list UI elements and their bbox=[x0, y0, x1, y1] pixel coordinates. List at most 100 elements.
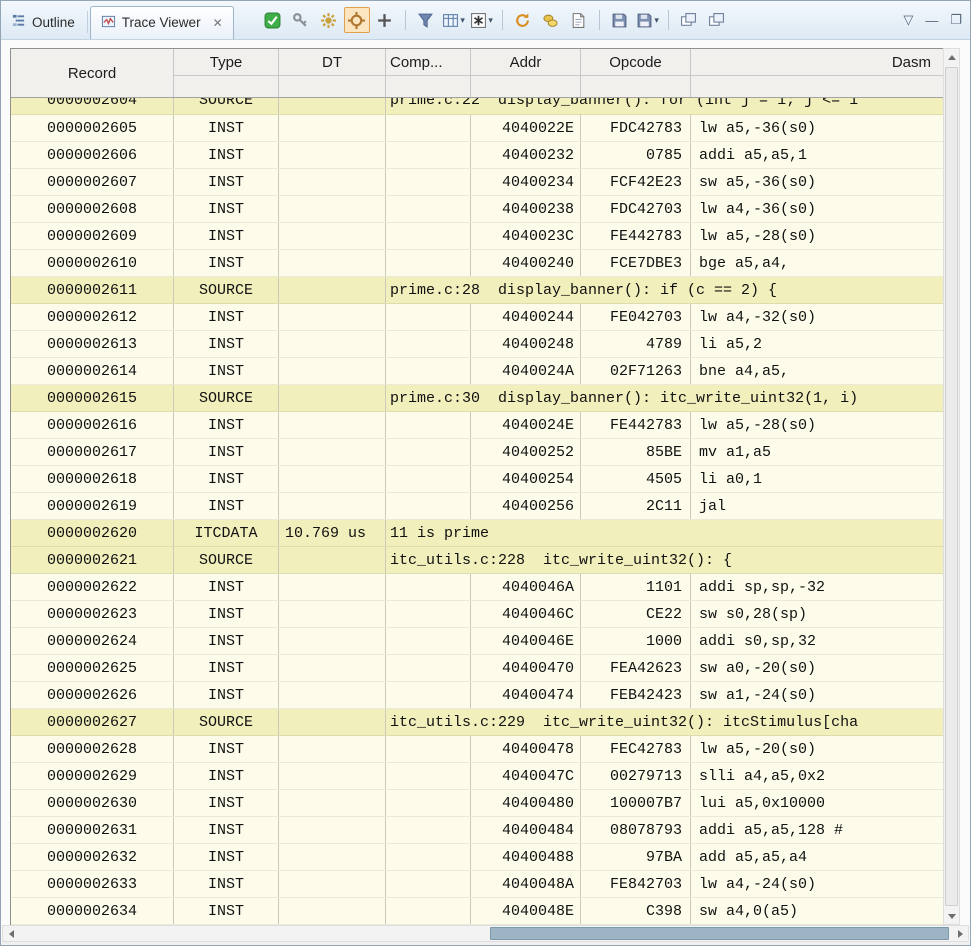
add-icon[interactable] bbox=[372, 7, 398, 33]
left-gutter bbox=[1, 48, 10, 925]
table-row[interactable]: 0000002627SOURCEitc_utils.c:229 itc_writ… bbox=[11, 709, 943, 736]
new-document-icon[interactable] bbox=[566, 7, 592, 33]
view-menu-icon[interactable]: ▽ bbox=[903, 12, 913, 28]
cell-dt bbox=[279, 763, 386, 789]
column-header-addr[interactable]: Addr bbox=[471, 49, 580, 76]
dropdown-caret-icon[interactable]: ▾ bbox=[488, 15, 493, 26]
table-row[interactable]: 0000002625INST40400470FEA42623sw a0,-20(… bbox=[11, 655, 943, 682]
table-row[interactable]: 0000002615SOURCEprime.c:30 display_banne… bbox=[11, 385, 943, 412]
cell-dasm: lw a5,-28(s0) bbox=[691, 223, 943, 249]
scroll-left-icon[interactable] bbox=[3, 926, 19, 941]
cell-comp bbox=[386, 655, 471, 681]
tab-trace-viewer-label: Trace Viewer bbox=[122, 15, 201, 30]
cell-record: 0000002626 bbox=[11, 682, 174, 708]
table-row[interactable]: 0000002618INST404002544505li a0,1 bbox=[11, 466, 943, 493]
open-new-view-icon[interactable] bbox=[676, 7, 702, 33]
cell-record: 0000002622 bbox=[11, 574, 174, 600]
table-row[interactable]: 0000002612INST40400244FE042703lw a4,-32(… bbox=[11, 304, 943, 331]
cell-dasm: sw a1,-24(s0) bbox=[691, 682, 943, 708]
configure-trace-icon[interactable] bbox=[316, 7, 342, 33]
cell-comp bbox=[386, 115, 471, 141]
close-tab-icon[interactable]: ✕ bbox=[213, 16, 223, 30]
table-row[interactable]: 0000002610INST40400240FCE7DBE3bge a5,a4, bbox=[11, 250, 943, 277]
cell-type: SOURCE bbox=[174, 98, 279, 114]
filter-cell-dasm[interactable] bbox=[691, 76, 943, 97]
column-header-record[interactable]: Record bbox=[11, 49, 174, 97]
cell-opcode: 08078793 bbox=[581, 817, 691, 843]
cell-dt bbox=[279, 817, 386, 843]
column-header-dt[interactable]: DT bbox=[279, 49, 385, 76]
horizontal-scroll-track[interactable] bbox=[19, 926, 952, 941]
scroll-right-icon[interactable] bbox=[952, 926, 968, 941]
filter-cell-opcode[interactable] bbox=[581, 76, 690, 97]
table-row[interactable]: 0000002605INST4040022EFDC42783lw a5,-36(… bbox=[11, 115, 943, 142]
filter-cell-type[interactable] bbox=[174, 76, 278, 97]
record-options-icon[interactable]: ▾ bbox=[469, 7, 495, 33]
horizontal-scroll-thumb[interactable] bbox=[490, 927, 949, 940]
filter-icon[interactable] bbox=[413, 7, 439, 33]
table-row[interactable]: 0000002634INST4040048EC398sw a4,0(a5) bbox=[11, 898, 943, 925]
table-row[interactable]: 0000002629INST4040047C00279713slli a4,a5… bbox=[11, 763, 943, 790]
table-row[interactable]: 0000002623INST4040046CCE22sw s0,28(sp) bbox=[11, 601, 943, 628]
table-row[interactable]: 0000002631INST4040048408078793addi a5,a5… bbox=[11, 817, 943, 844]
table-row[interactable]: 0000002619INST404002562C11jal bbox=[11, 493, 943, 520]
table-row[interactable]: 0000002624INST4040046E1000addi s0,sp,32 bbox=[11, 628, 943, 655]
cell-comp bbox=[386, 844, 471, 870]
filter-cell-addr[interactable] bbox=[471, 76, 580, 97]
scroll-up-icon[interactable] bbox=[944, 49, 959, 65]
table-row[interactable]: 0000002628INST40400478FEC42783lw a5,-20(… bbox=[11, 736, 943, 763]
cell-comp bbox=[386, 223, 471, 249]
table-row[interactable]: 0000002621SOURCEitc_utils.c:228 itc_writ… bbox=[11, 547, 943, 574]
table-row[interactable]: 0000002609INST4040023CFE442783lw a5,-28(… bbox=[11, 223, 943, 250]
cell-dt bbox=[279, 115, 386, 141]
cell-dt bbox=[279, 98, 386, 114]
filter-cell-dt[interactable] bbox=[279, 76, 385, 97]
cell-type: INST bbox=[174, 817, 279, 843]
link-view-icon[interactable] bbox=[704, 7, 730, 33]
bottom-strip bbox=[1, 942, 970, 946]
vertical-scroll-track[interactable] bbox=[944, 65, 959, 908]
filter-cell-comp[interactable] bbox=[386, 76, 470, 97]
save-icon[interactable] bbox=[607, 7, 633, 33]
dropdown-caret-icon[interactable]: ▾ bbox=[460, 15, 465, 26]
horizontal-scrollbar[interactable] bbox=[2, 925, 969, 942]
column-header-opcode[interactable]: Opcode bbox=[581, 49, 690, 76]
tab-trace-viewer[interactable]: Trace Viewer ✕ bbox=[90, 6, 234, 39]
table-row[interactable]: 0000002611SOURCEprime.c:28 display_banne… bbox=[11, 277, 943, 304]
sync-trace-icon[interactable] bbox=[538, 7, 564, 33]
table-row[interactable]: 0000002613INST404002484789li a5,2 bbox=[11, 331, 943, 358]
table-row[interactable]: 0000002614INST4040024A02F71263bne a4,a5, bbox=[11, 358, 943, 385]
columns-icon[interactable]: ▾ bbox=[441, 7, 467, 33]
table-row[interactable]: 0000002630INST40400480100007B7lui a5,0x1… bbox=[11, 790, 943, 817]
search-key-icon[interactable] bbox=[288, 7, 314, 33]
table-row[interactable]: 0000002616INST4040024EFE442783lw a5,-28(… bbox=[11, 412, 943, 439]
cell-opcode: 1101 bbox=[581, 574, 691, 600]
cell-comp bbox=[386, 196, 471, 222]
column-header-type[interactable]: Type bbox=[174, 49, 278, 76]
save-options-icon[interactable]: ▾ bbox=[635, 7, 661, 33]
tab-outline[interactable]: Outline bbox=[1, 6, 85, 38]
scroll-down-icon[interactable] bbox=[944, 908, 959, 924]
table-row[interactable]: 0000002633INST4040048AFE842703lw a4,-24(… bbox=[11, 871, 943, 898]
table-row[interactable]: 0000002617INST4040025285BEmv a1,a5 bbox=[11, 439, 943, 466]
cell-opcode: FCE7DBE3 bbox=[581, 250, 691, 276]
table-row[interactable]: 0000002620ITCDATA10.769 us11 is prime bbox=[11, 520, 943, 547]
table-row[interactable]: 0000002604SOURCEprime.c:22 display_banne… bbox=[11, 98, 943, 115]
table-row[interactable]: 0000002607INST40400234FCF42E23sw a5,-36(… bbox=[11, 169, 943, 196]
table-row[interactable]: 0000002626INST40400474FEB42423sw a1,-24(… bbox=[11, 682, 943, 709]
cell-addr: 40400474 bbox=[471, 682, 581, 708]
table-row[interactable]: 0000002622INST4040046A1101addi sp,sp,-32 bbox=[11, 574, 943, 601]
table-row[interactable]: 0000002606INST404002320785addi a5,a5,1 bbox=[11, 142, 943, 169]
dropdown-caret-icon[interactable]: ▾ bbox=[654, 15, 659, 26]
vertical-scrollbar[interactable] bbox=[943, 48, 960, 925]
minimize-icon[interactable]: — bbox=[925, 13, 938, 28]
refresh-icon[interactable] bbox=[510, 7, 536, 33]
column-header-dasm[interactable]: Dasm bbox=[691, 49, 943, 76]
maximize-icon[interactable]: ❐ bbox=[950, 12, 962, 28]
vertical-scroll-thumb[interactable] bbox=[945, 67, 958, 906]
table-row[interactable]: 0000002608INST40400238FDC42703lw a4,-36(… bbox=[11, 196, 943, 223]
table-row[interactable]: 0000002632INST4040048897BAadd a5,a5,a4 bbox=[11, 844, 943, 871]
locate-record-icon[interactable] bbox=[344, 7, 370, 33]
column-header-comp[interactable]: Comp... bbox=[386, 49, 470, 76]
enable-trace-check-icon[interactable] bbox=[260, 7, 286, 33]
